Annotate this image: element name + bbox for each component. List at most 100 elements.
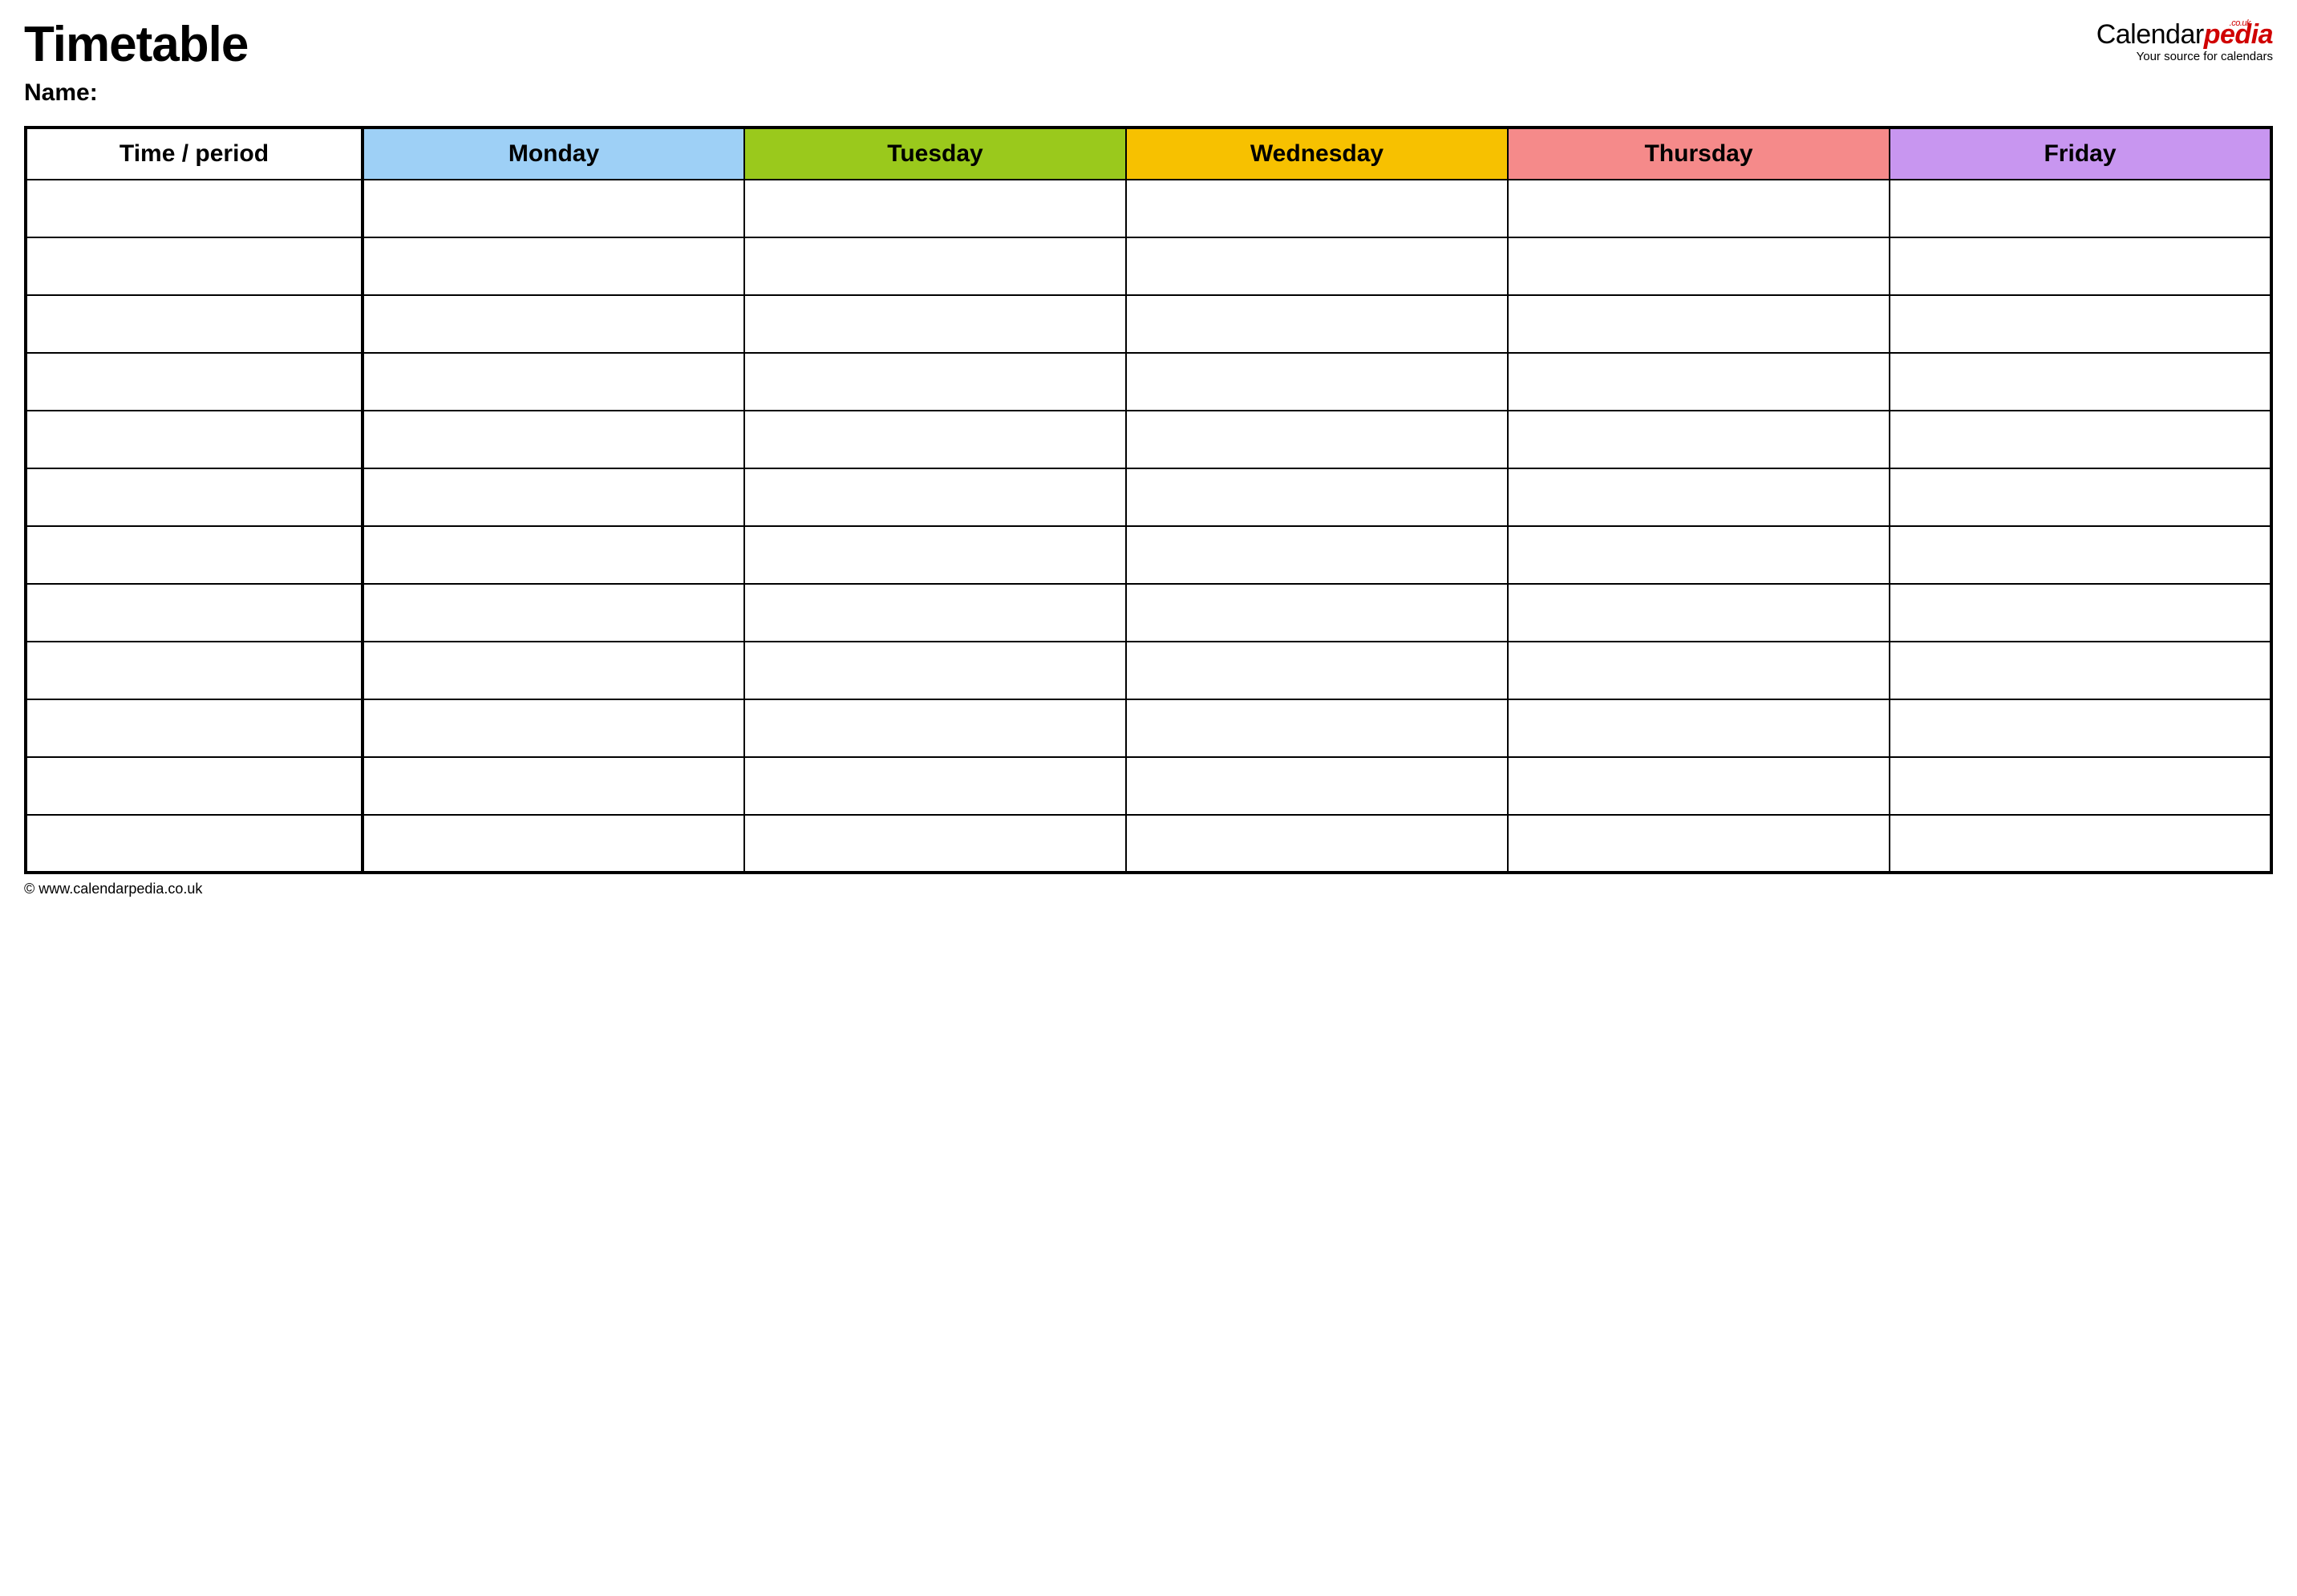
timetable-row (26, 411, 2271, 468)
timetable-cell (744, 237, 1126, 295)
timetable: Time / period MondayTuesdayWednesdayThur… (24, 126, 2273, 874)
brand-prefix: Calendar (2096, 19, 2204, 50)
timetable-cell (1126, 642, 1508, 699)
timetable-cell (744, 180, 1126, 237)
timetable-cell (1126, 353, 1508, 411)
timetable-cell (1508, 353, 1890, 411)
timetable-cell (1890, 411, 2271, 468)
timetable-cell (363, 180, 744, 237)
timetable-cell (1508, 584, 1890, 642)
day-header-tuesday: Tuesday (744, 128, 1126, 180)
copyright: © www.calendarpedia.co.uk (24, 881, 2273, 897)
timetable-cell (363, 237, 744, 295)
timetable-cell (1126, 815, 1508, 873)
timetable-row (26, 815, 2271, 873)
timetable-row (26, 642, 2271, 699)
timetable-cell (363, 815, 744, 873)
period-cell (26, 353, 363, 411)
timetable-row (26, 526, 2271, 584)
timetable-row (26, 353, 2271, 411)
timetable-row (26, 295, 2271, 353)
period-cell (26, 584, 363, 642)
period-header: Time / period (26, 128, 363, 180)
timetable-cell (1126, 295, 1508, 353)
period-cell (26, 468, 363, 526)
timetable-cell (744, 699, 1126, 757)
brand-tld: .co.uk (2230, 19, 2250, 28)
period-cell (26, 180, 363, 237)
period-cell (26, 411, 363, 468)
timetable-cell (1508, 757, 1890, 815)
period-cell (26, 757, 363, 815)
timetable-row (26, 237, 2271, 295)
timetable-cell (1508, 411, 1890, 468)
timetable-cell (1890, 353, 2271, 411)
period-cell (26, 642, 363, 699)
day-header-wednesday: Wednesday (1126, 128, 1508, 180)
timetable-cell (744, 353, 1126, 411)
period-cell (26, 526, 363, 584)
timetable-header-row: Time / period MondayTuesdayWednesdayThur… (26, 128, 2271, 180)
timetable-cell (1508, 699, 1890, 757)
timetable-cell (1890, 468, 2271, 526)
timetable-row (26, 468, 2271, 526)
name-label: Name: (24, 79, 2273, 107)
timetable-row (26, 699, 2271, 757)
timetable-cell (744, 468, 1126, 526)
timetable-cell (1126, 411, 1508, 468)
timetable-cell (744, 642, 1126, 699)
period-cell (26, 699, 363, 757)
brand-tagline: Your source for calendars (2096, 50, 2273, 63)
timetable-cell (1890, 642, 2271, 699)
timetable-cell (1508, 815, 1890, 873)
timetable-cell (363, 699, 744, 757)
timetable-cell (744, 295, 1126, 353)
timetable-row (26, 180, 2271, 237)
timetable-cell (1890, 699, 2271, 757)
timetable-cell (744, 757, 1126, 815)
timetable-cell (363, 295, 744, 353)
timetable-cell (1508, 295, 1890, 353)
timetable-cell (1126, 757, 1508, 815)
period-cell (26, 237, 363, 295)
timetable-cell (1890, 295, 2271, 353)
timetable-cell (1508, 237, 1890, 295)
timetable-body (26, 180, 2271, 873)
timetable-cell (1890, 237, 2271, 295)
timetable-cell (1126, 526, 1508, 584)
timetable-cell (1126, 468, 1508, 526)
timetable-cell (1508, 180, 1890, 237)
brand-logo: Calendarpedia .co.uk Your source for cal… (2096, 16, 2273, 63)
day-header-friday: Friday (1890, 128, 2271, 180)
timetable-cell (1126, 584, 1508, 642)
timetable-cell (744, 411, 1126, 468)
timetable-cell (1890, 526, 2271, 584)
page-title: Timetable (24, 16, 248, 73)
timetable-cell (363, 584, 744, 642)
timetable-cell (363, 353, 744, 411)
timetable-cell (363, 526, 744, 584)
timetable-cell (363, 757, 744, 815)
day-header-monday: Monday (363, 128, 744, 180)
timetable-cell (1890, 757, 2271, 815)
timetable-cell (1890, 815, 2271, 873)
timetable-cell (363, 411, 744, 468)
day-header-thursday: Thursday (1508, 128, 1890, 180)
timetable-cell (744, 584, 1126, 642)
brand-logo-main: Calendarpedia .co.uk (2096, 21, 2273, 48)
timetable-cell (363, 642, 744, 699)
timetable-cell (1126, 237, 1508, 295)
timetable-cell (1508, 526, 1890, 584)
header-row: Timetable Calendarpedia .co.uk Your sour… (24, 16, 2273, 73)
timetable-cell (1126, 180, 1508, 237)
timetable-cell (363, 468, 744, 526)
timetable-cell (744, 526, 1126, 584)
timetable-row (26, 757, 2271, 815)
timetable-cell (744, 815, 1126, 873)
timetable-cell (1508, 642, 1890, 699)
period-cell (26, 295, 363, 353)
timetable-cell (1890, 584, 2271, 642)
timetable-row (26, 584, 2271, 642)
timetable-cell (1508, 468, 1890, 526)
period-cell (26, 815, 363, 873)
